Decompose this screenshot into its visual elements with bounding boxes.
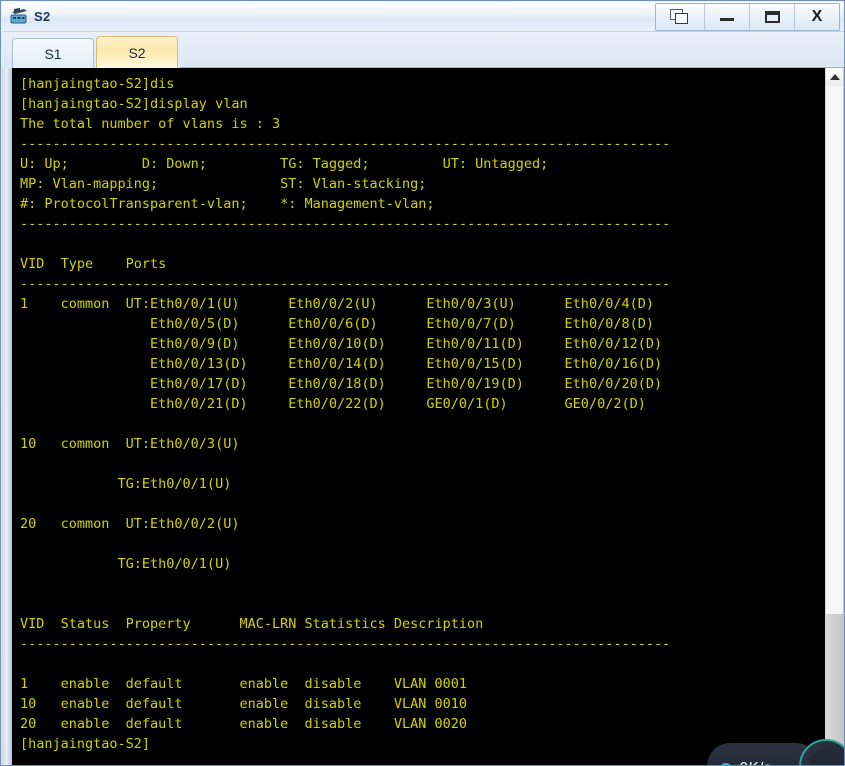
- switch-icon: [10, 7, 27, 23]
- terminal-line: [hanjaingtao-S2]dis: [20, 76, 175, 92]
- terminal-line: TG:Eth0/0/1(U): [20, 476, 232, 492]
- terminal-line: #: ProtocolTransparent-vlan; *: Manageme…: [20, 196, 435, 212]
- terminal-line: U: Up; D: Down; TG: Tagged; UT: Untagged…: [20, 156, 549, 172]
- cascade-windows-icon: [670, 8, 690, 25]
- tab-s2[interactable]: S2: [96, 36, 178, 68]
- terminal-line: ----------------------------------------…: [20, 276, 671, 292]
- tab-s2-label: S2: [128, 44, 146, 61]
- tab-s1[interactable]: S1: [12, 38, 94, 68]
- terminal-line: Eth0/0/5(D) Eth0/0/6(D) Eth0/0/7(D) Eth0…: [20, 316, 654, 332]
- terminal-line: ----------------------------------------…: [20, 636, 671, 652]
- terminal-line: The total number of vlans is : 3: [20, 116, 281, 132]
- terminal-frame: [hanjaingtao-S2]dis [hanjaingtao-S2]displ…: [2, 68, 844, 765]
- scroll-thumb[interactable]: [826, 614, 843, 764]
- minimize-icon: [720, 18, 734, 21]
- scroll-track[interactable]: [826, 86, 843, 765]
- close-button[interactable]: X: [795, 3, 839, 30]
- tab-strip: S1 S2: [2, 32, 844, 68]
- terminal-line: Eth0/0/17(D) Eth0/0/18(D) Eth0/0/19(D) E…: [20, 376, 663, 392]
- tab-s1-label: S1: [44, 45, 62, 62]
- window-controls: X: [655, 2, 840, 31]
- terminal-line: Eth0/0/21(D) Eth0/0/22(D) GE0/0/1(D) GE0…: [20, 396, 646, 412]
- maximize-icon: [764, 10, 780, 23]
- terminal-line: ----------------------------------------…: [20, 136, 671, 152]
- switch-cli-window: S2 X S1 S2 [hanjaingtao-S2]dis [hanjaing…: [0, 0, 845, 766]
- terminal-line: 20 enable default enable disable VLAN 00…: [20, 716, 468, 732]
- scroll-up-button[interactable]: [826, 68, 843, 86]
- terminal-left-gutter: [2, 68, 12, 765]
- terminal-line: Eth0/0/9(D) Eth0/0/10(D) Eth0/0/11(D) Et…: [20, 336, 663, 352]
- title-bar: S2 X: [2, 2, 844, 32]
- restore-cascade-button[interactable]: [656, 3, 705, 30]
- terminal-line: MP: Vlan-mapping; ST: Vlan-stacking;: [20, 176, 427, 192]
- chevron-up-icon: [829, 74, 840, 80]
- terminal-output[interactable]: [hanjaingtao-S2]dis [hanjaingtao-S2]displ…: [12, 68, 827, 765]
- close-icon: X: [811, 7, 823, 25]
- terminal-line: [hanjaingtao-S2]display vlan: [20, 96, 248, 112]
- terminal-line: [hanjaingtao-S2]: [20, 736, 151, 752]
- tab-strip-empty-area: [180, 37, 844, 68]
- terminal-line: 20 common UT:Eth0/0/2(U): [20, 516, 240, 532]
- terminal-line: Eth0/0/13(D) Eth0/0/14(D) Eth0/0/15(D) E…: [20, 356, 663, 372]
- terminal-line: 1 enable default enable disable VLAN 000…: [20, 676, 468, 692]
- maximize-button[interactable]: [750, 3, 795, 30]
- terminal-line: VID Type Ports: [20, 256, 167, 272]
- terminal-scrollbar[interactable]: [825, 68, 843, 765]
- window-title: S2: [34, 9, 51, 24]
- minimize-button[interactable]: [705, 3, 750, 30]
- terminal-line: 10 enable default enable disable VLAN 00…: [20, 696, 468, 712]
- terminal-line: VID Status Property MAC-LRN Statistics D…: [20, 616, 484, 632]
- terminal-line: 1 common UT:Eth0/0/1(U) Eth0/0/2(U) Eth0…: [20, 296, 654, 312]
- terminal-line: TG:Eth0/0/1(U): [20, 556, 232, 572]
- terminal-line: 10 common UT:Eth0/0/3(U): [20, 436, 240, 452]
- terminal-line: ----------------------------------------…: [20, 216, 671, 232]
